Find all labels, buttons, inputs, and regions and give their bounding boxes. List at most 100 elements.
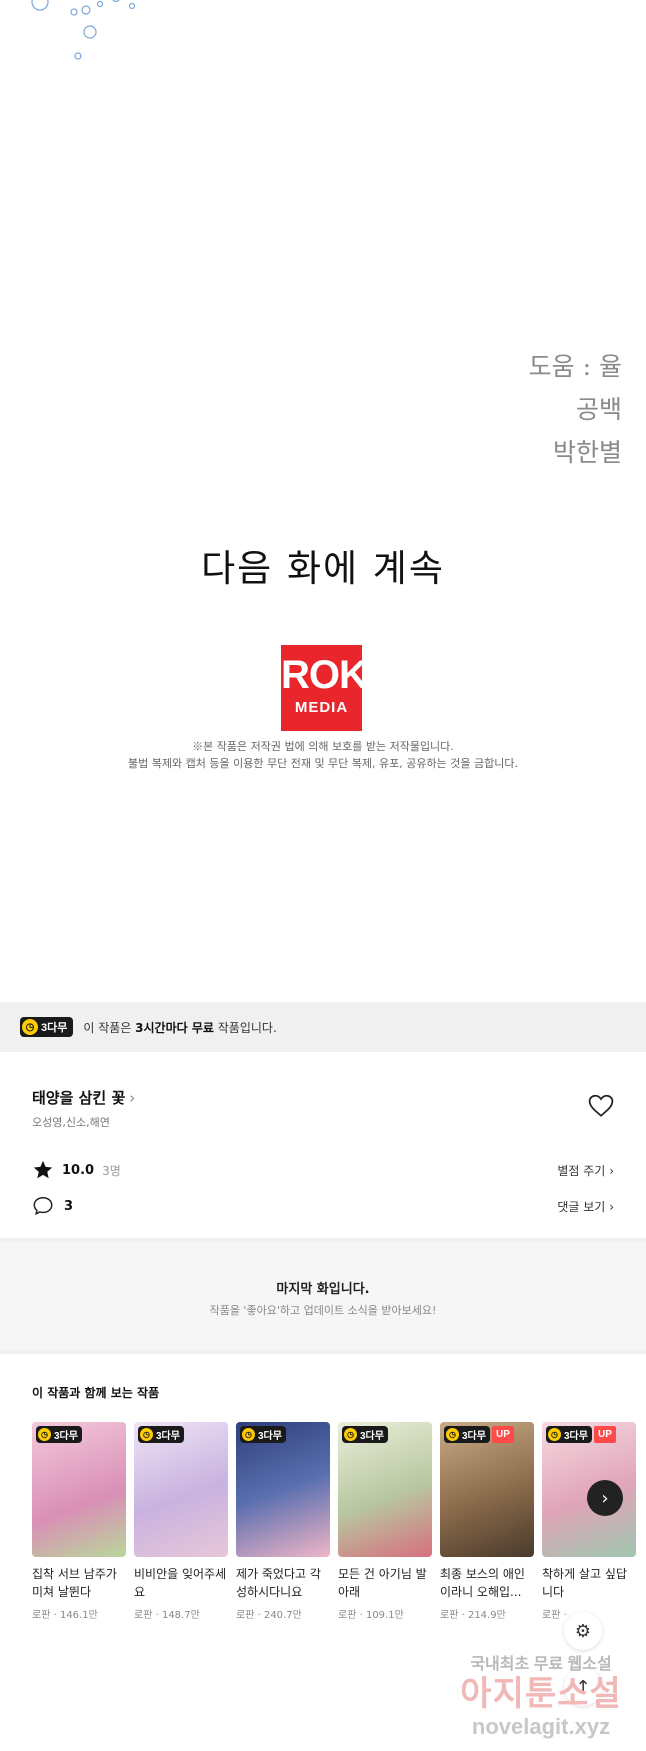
rate-label: 별점 주기 <box>557 1164 606 1178</box>
related-card[interactable]: ◷ 3다무 UP 착하게 살고 싶답니다 로판 · <box>542 1422 636 1621</box>
card-title: 최종 보스의 애인이라니 오해입... <box>440 1567 525 1599</box>
clock-icon: ◷ <box>140 1428 153 1441</box>
card-title: 착하게 살고 싶답니다 <box>542 1567 627 1599</box>
card-title: 비비안을 잊어주세요 <box>134 1567 227 1599</box>
chevron-right-icon: › <box>609 1200 614 1214</box>
free-badge: ◷ 3다무 <box>20 1017 74 1037</box>
card-title: 모든 건 아기님 발 아래 <box>338 1567 427 1599</box>
related-card[interactable]: ◷ 3다무 모든 건 아기님 발 아래 로판 · 109.1만 <box>338 1422 432 1621</box>
carousel-next-button[interactable]: › <box>587 1480 623 1516</box>
cover-image: ◷ 3다무 <box>236 1422 330 1557</box>
last-episode-notice: 마지막 화입니다. 작품을 '좋아요'하고 업데이트 소식을 받아보세요! <box>0 1242 646 1350</box>
free-badge: ◷ 3다무 <box>342 1426 388 1443</box>
card-views: 109.1만 <box>365 1610 404 1621</box>
card-views: 214.9만 <box>467 1610 506 1621</box>
view-comments-button[interactable]: 댓글 보기 › <box>557 1198 614 1215</box>
logo-text: ROK <box>281 653 368 697</box>
to-be-continued-text: 다음 화에 계속 <box>201 547 445 590</box>
watermark-line: 국내최초 무료 웹소설 <box>470 1656 612 1673</box>
free-banner: ◷ 3다무 이 작품은 3시간마다 무료 작품입니다. <box>0 1002 646 1052</box>
clock-icon: ◷ <box>38 1428 51 1441</box>
clock-icon: ◷ <box>446 1428 459 1441</box>
free-badge: ◷ 3다무 <box>546 1426 592 1443</box>
badge-label: 3다무 <box>156 1431 180 1442</box>
up-badge: UP <box>492 1426 514 1443</box>
clock-icon: ◷ <box>242 1428 255 1441</box>
free-text-bold: 3시간마다 무료 <box>135 1020 214 1035</box>
cover-image: ◷ 3다무 <box>134 1422 228 1557</box>
clock-icon: ◷ <box>22 1019 38 1035</box>
card-meta: 로판 · 109.1만 <box>338 1610 404 1621</box>
badge-label: 3다무 <box>54 1431 78 1442</box>
free-text-prefix: 이 작품은 <box>83 1020 136 1035</box>
rating-value: 10.0 <box>62 1162 95 1178</box>
related-card[interactable]: ◷ 3다무 비비안을 잊어주세요 로판 · 148.7만 <box>134 1422 228 1621</box>
rating-row: 10.0 3명 <box>32 1159 121 1181</box>
work-info: 태양을 삼킨 꽃 › 오성영,신소,해연 10.0 3명 별점 주기 › 3 댓글… <box>0 1052 646 1238</box>
card-genre: 로판 <box>440 1610 459 1621</box>
card-meta: 로판 · 214.9만 <box>440 1610 506 1621</box>
clock-icon: ◷ <box>548 1428 561 1441</box>
work-authors: 오성영,신소,해연 <box>32 1116 110 1129</box>
heart-icon[interactable] <box>588 1094 614 1118</box>
comment-icon <box>33 1197 53 1216</box>
card-genre: 로판 <box>236 1610 255 1621</box>
last-episode-title: 마지막 화입니다. <box>276 1282 370 1297</box>
badge-label: 3다무 <box>41 1022 68 1034</box>
watermark-line: novelagit.xyz <box>471 1714 611 1739</box>
cover-image: ◷ 3다무 <box>338 1422 432 1557</box>
related-card[interactable]: ◷ 3다무 제가 죽었다고 각성하시다니요 로판 · 240.7만 <box>236 1422 330 1621</box>
work-title-link[interactable]: 태양을 삼킨 꽃 › <box>32 1087 135 1108</box>
badge-label: 3다무 <box>462 1431 486 1442</box>
related-card[interactable]: ◷ 3다무 UP 최종 보스의 애인이라니 오해입... 로판 · 214.9만 <box>440 1422 534 1621</box>
notice-line: 불법 복제와 캡처 등을 이용한 무단 전재 및 무단 복제, 유포, 공유하는… <box>128 757 518 770</box>
clock-icon: ◷ <box>344 1428 357 1441</box>
publisher-logo: ROK MEDIA <box>281 645 368 731</box>
related-works: 이 작품과 함께 보는 작품 ◷ 3다무 집착 서브 남주가 미쳐 날뛴다 로판 … <box>0 1354 646 1636</box>
comment-count: 3 <box>64 1198 74 1214</box>
notice-line: ※본 작품은 저작권 법에 의해 보호를 받는 저작물입니다. <box>192 740 454 753</box>
free-badge: ◷ 3다무 <box>444 1426 490 1443</box>
credit-line: 박한별 <box>552 438 622 467</box>
settings-button[interactable]: ⚙ <box>564 1612 602 1650</box>
cover-image: ◷ 3다무 <box>32 1422 126 1557</box>
card-genre: 로판 <box>134 1610 153 1621</box>
chevron-right-icon: › <box>601 1487 609 1509</box>
card-genre: 로판 <box>338 1610 357 1621</box>
card-genre: 로판 <box>32 1610 51 1621</box>
work-title: 태양을 삼킨 꽃 <box>32 1089 126 1107</box>
cover-image: ◷ 3다무 UP <box>440 1422 534 1557</box>
related-card[interactable]: ◷ 3다무 집착 서브 남주가 미쳐 날뛴다 로판 · 146.1만 <box>32 1422 126 1621</box>
last-episode-subtitle: 작품을 '좋아요'하고 업데이트 소식을 받아보세요! <box>209 1304 437 1317</box>
card-views: 146.1만 <box>59 1610 98 1621</box>
logo-subtext: MEDIA <box>294 699 349 716</box>
card-views: 148.7만 <box>161 1610 200 1621</box>
star-icon <box>33 1160 53 1179</box>
free-badge: ◷ 3다무 <box>138 1426 184 1443</box>
chevron-right-icon: › <box>129 1089 136 1107</box>
watermark-line: 아지툰소설 <box>460 1675 622 1713</box>
gear-icon: ⚙ <box>574 1620 592 1642</box>
card-meta: 로판 · 146.1만 <box>32 1610 98 1621</box>
free-text-suffix: 작품입니다. <box>213 1020 277 1035</box>
card-meta: 로판 · 240.7만 <box>236 1610 302 1621</box>
credit-line: 공백 <box>575 395 622 424</box>
free-badge: ◷ 3다무 <box>240 1426 286 1443</box>
rate-button[interactable]: 별점 주기 › <box>557 1162 614 1179</box>
free-text: 이 작품은 3시간마다 무료 작품입니다. <box>83 1019 276 1036</box>
card-title: 제가 죽었다고 각성하시다니요 <box>236 1567 321 1599</box>
badge-label: 3다무 <box>360 1431 384 1442</box>
badge-label: 3다무 <box>258 1431 282 1442</box>
credits: 도움 : 율 공백 박한별 <box>529 345 622 474</box>
related-title: 이 작품과 함께 보는 작품 <box>32 1386 160 1400</box>
badge-label: 3다무 <box>564 1431 588 1442</box>
copyright-notice: ※본 작품은 저작권 법에 의해 보호를 받는 저작물입니다. 불법 복제와 캡… <box>0 738 646 772</box>
rating-count: 3명 <box>102 1163 121 1178</box>
card-meta: 로판 · 148.7만 <box>134 1610 200 1621</box>
card-genre: 로판 <box>542 1610 561 1621</box>
chevron-right-icon: › <box>609 1164 614 1178</box>
comment-row: 3 <box>32 1195 73 1217</box>
card-title: 집착 서브 남주가 미쳐 날뛴다 <box>32 1567 117 1599</box>
up-badge: UP <box>594 1426 616 1443</box>
free-badge: ◷ 3다무 <box>36 1426 82 1443</box>
